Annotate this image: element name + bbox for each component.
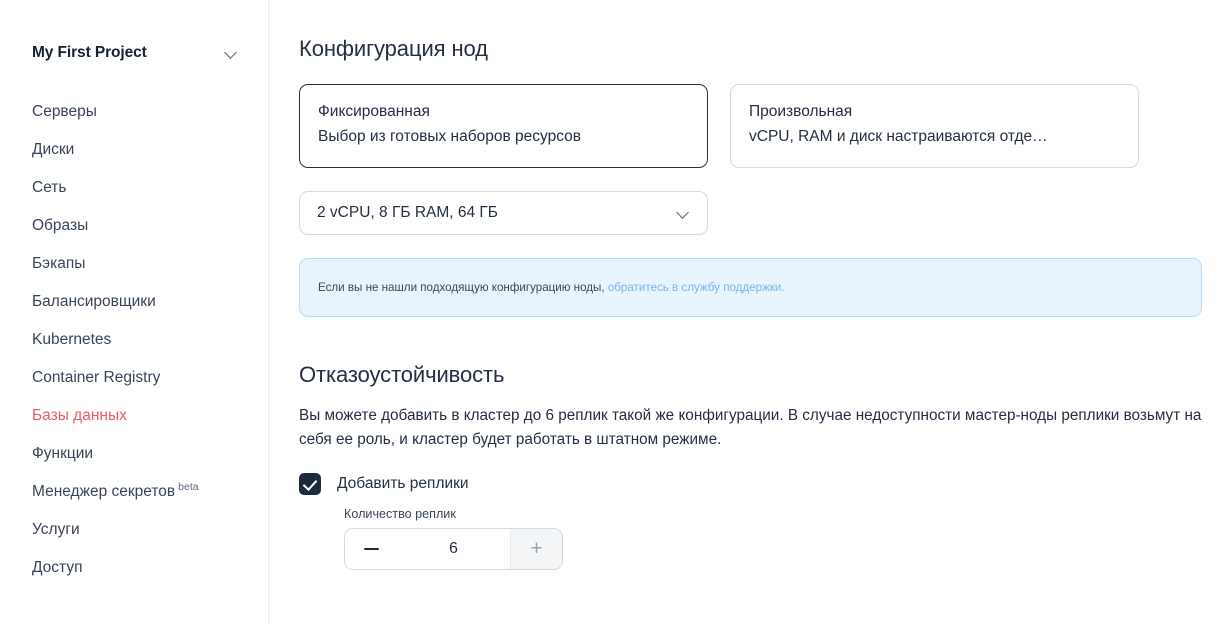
support-info-message: Если вы не нашли подходящую конфигурацию…: [318, 281, 605, 294]
card-title: Фиксированная: [318, 103, 430, 120]
sidebar: My First Project Серверы Диски Сеть Обра…: [0, 0, 269, 624]
sidebar-item-functions[interactable]: Функции: [0, 435, 268, 473]
card-subtitle: vCPU, RAM и диск настраиваются отде…: [749, 128, 1048, 145]
sidebar-item-servers[interactable]: Серверы: [0, 93, 268, 131]
sidebar-item-label: Сеть: [32, 179, 67, 196]
support-info-banner: Если вы не нашли подходящую конфигурацию…: [299, 258, 1202, 317]
sidebar-item-label: Диски: [32, 141, 75, 158]
replica-count-value[interactable]: 6: [397, 529, 510, 569]
sidebar-item-images[interactable]: Образы: [0, 207, 268, 245]
sidebar-item-container-registry[interactable]: Container Registry: [0, 359, 268, 397]
node-config-card-fixed[interactable]: Фиксированная Выбор из готовых наборов р…: [299, 84, 708, 168]
sidebar-item-label: Бэкапы: [32, 255, 86, 272]
node-config-card-custom[interactable]: Произвольная vCPU, RAM и диск настраиваю…: [730, 84, 1139, 168]
sidebar-item-balancers[interactable]: Балансировщики: [0, 283, 268, 321]
minus-icon[interactable]: [345, 529, 397, 569]
chevron-down-icon[interactable]: [225, 47, 238, 60]
sidebar-item-disks[interactable]: Диски: [0, 131, 268, 169]
project-name: My First Project: [32, 44, 147, 61]
sidebar-item-label: Услуги: [32, 521, 80, 538]
sidebar-item-backups[interactable]: Бэкапы: [0, 245, 268, 283]
sidebar-item-label: Container Registry: [32, 369, 161, 386]
card-subtitle: Выбор из готовых наборов ресурсов: [318, 128, 581, 145]
sidebar-item-label: Доступ: [32, 559, 83, 576]
replica-count-label: Количество реплик: [344, 507, 456, 521]
sidebar-item-label: Балансировщики: [32, 293, 156, 310]
sidebar-item-label: Функции: [32, 445, 94, 462]
card-title: Произвольная: [749, 103, 853, 120]
sidebar-item-label: Базы данных: [32, 407, 127, 424]
plus-icon[interactable]: +: [510, 529, 562, 569]
project-switcher[interactable]: My First Project: [0, 33, 268, 73]
flavor-select[interactable]: 2 vCPU, 8 ГБ RAM, 64 ГБ: [299, 191, 708, 235]
sidebar-item-label: Образы: [32, 217, 89, 234]
check-icon[interactable]: [299, 473, 321, 495]
replica-count-block: Количество реплик 6 +: [299, 507, 1202, 570]
sidebar-item-databases[interactable]: Базы данных: [0, 397, 268, 435]
sidebar-item-access[interactable]: Доступ: [0, 549, 268, 587]
sidebar-item-label: Менеджер секретов: [32, 483, 176, 500]
section-title-fault-tolerance: Отказоустойчивость: [299, 362, 505, 387]
app-root: My First Project Серверы Диски Сеть Обра…: [0, 0, 1230, 624]
fault-tolerance-description: Вы можете добавить в кластер до 6 реплик…: [299, 407, 1202, 448]
page-title-node-config: Конфигурация нод: [299, 36, 488, 61]
sidebar-item-secrets-manager[interactable]: Менеджер секретов beta: [0, 473, 268, 511]
support-info-text: Если вы не нашли подходящую конфигурацию…: [318, 281, 785, 294]
node-config-card-group: Фиксированная Выбор из готовых наборов р…: [299, 84, 1202, 168]
sidebar-item-network[interactable]: Сеть: [0, 169, 268, 207]
beta-badge: beta: [178, 480, 199, 493]
add-replicas-checkbox-row[interactable]: Добавить реплики: [299, 473, 1202, 495]
support-link[interactable]: обратитесь в службу поддержки.: [608, 281, 785, 294]
replica-count-stepper[interactable]: 6 +: [344, 528, 563, 570]
sidebar-nav: Серверы Диски Сеть Образы Бэкапы Баланси…: [0, 93, 268, 587]
sidebar-item-services[interactable]: Услуги: [0, 511, 268, 549]
sidebar-item-label: Серверы: [32, 103, 97, 120]
sidebar-item-kubernetes[interactable]: Kubernetes: [0, 321, 268, 359]
chevron-down-icon[interactable]: [677, 207, 690, 220]
flavor-select-value: 2 vCPU, 8 ГБ RAM, 64 ГБ: [317, 204, 498, 221]
main-content: Конфигурация нод Фиксированная Выбор из …: [269, 0, 1230, 624]
sidebar-item-label: Kubernetes: [32, 331, 112, 348]
add-replicas-label: Добавить реплики: [337, 475, 469, 492]
